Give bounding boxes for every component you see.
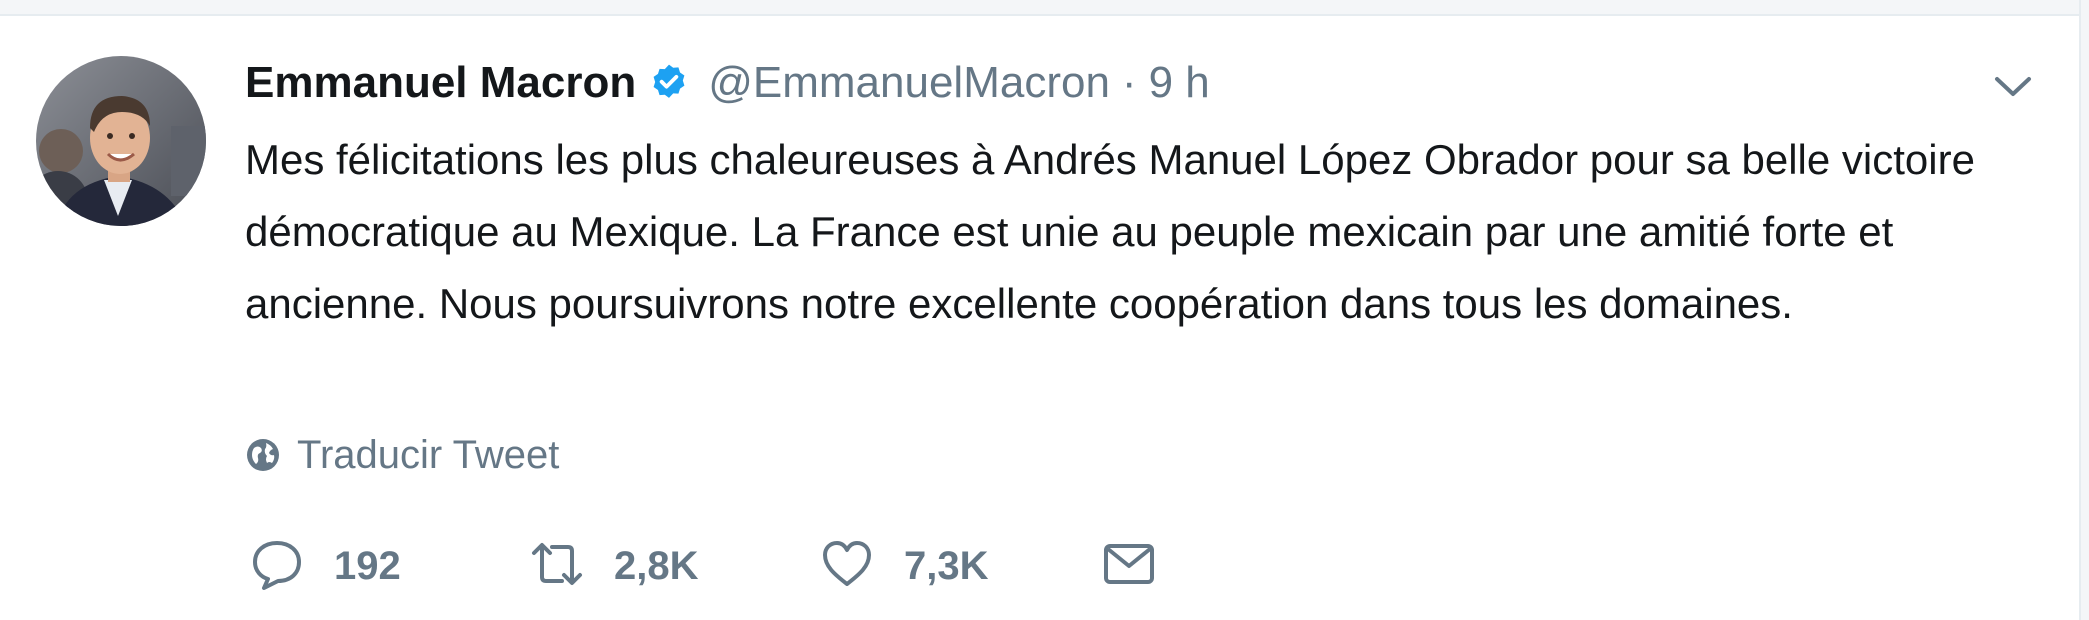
avatar[interactable] <box>36 56 206 226</box>
tweet-card: Emmanuel Macron @EmmanuelMacron · 9 h Me… <box>0 0 2089 620</box>
translate-label: Traducir Tweet <box>297 432 560 477</box>
like-count: 7,3K <box>904 543 989 588</box>
separator-dot: · <box>1121 58 1137 107</box>
reply-count: 192 <box>334 543 401 588</box>
reply-button[interactable]: 192 <box>250 536 401 596</box>
reply-icon <box>250 537 304 596</box>
avatar-image <box>36 56 206 226</box>
like-button[interactable]: 7,3K <box>820 536 989 596</box>
verified-badge-icon <box>648 62 690 104</box>
retweet-count: 2,8K <box>614 543 699 588</box>
right-divider <box>2079 0 2089 620</box>
top-divider <box>0 0 2089 16</box>
chevron-down-icon[interactable] <box>1989 62 2037 110</box>
user-handle[interactable]: @EmmanuelMacron <box>708 58 1110 108</box>
display-name[interactable]: Emmanuel Macron <box>245 58 636 108</box>
timestamp[interactable]: 9 h <box>1149 58 1210 108</box>
tweet-text: Mes félicitations les plus chaleureuses … <box>245 136 1975 327</box>
globe-icon <box>245 437 281 473</box>
retweet-button[interactable]: 2,8K <box>530 536 699 596</box>
retweet-icon <box>530 537 584 596</box>
envelope-icon <box>1102 537 1156 596</box>
translate-tweet-link[interactable]: Traducir Tweet <box>245 430 559 480</box>
heart-icon <box>820 537 874 596</box>
direct-message-button[interactable] <box>1102 536 1156 596</box>
tweet-header: Emmanuel Macron @EmmanuelMacron · 9 h <box>245 52 1210 114</box>
